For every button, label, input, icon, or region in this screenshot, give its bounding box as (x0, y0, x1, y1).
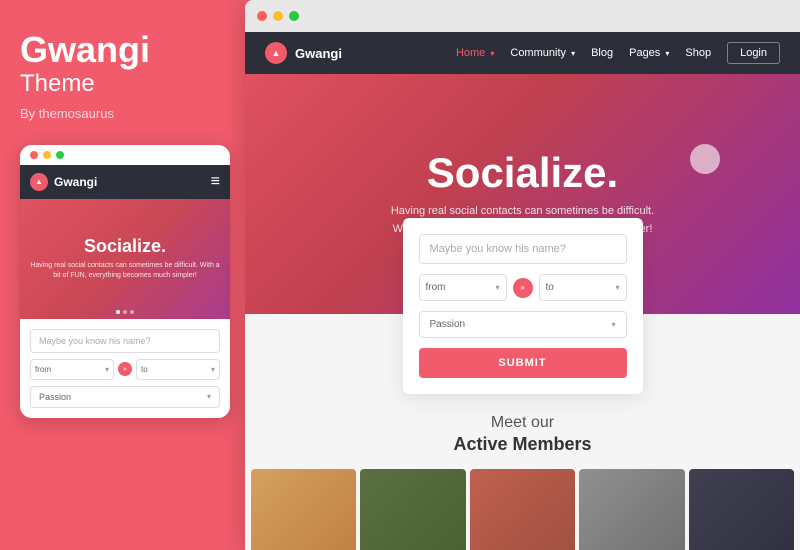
desktop-hero: Socialize. Having real social contacts c… (245, 74, 800, 314)
desktop-arrow-icon: » (513, 278, 533, 298)
desktop-search-input[interactable]: Maybe you know his name? (419, 234, 627, 264)
mobile-brand-label: Gwangi (54, 175, 97, 189)
member-photo-1 (251, 469, 356, 550)
brand-by: By themosaurus (20, 106, 230, 121)
mobile-form-area: Maybe you know his name? from ▾ » to ▾ P… (20, 319, 230, 418)
desktop-brand-label: Gwangi (295, 46, 342, 61)
desktop-nav-brand: Gwangi (265, 42, 342, 64)
mobile-arrow-icon: » (118, 362, 132, 376)
desktop-mockup: Gwangi Home ▾ Community ▾ Blog Pages ▾ S… (245, 0, 800, 550)
mobile-from-label: from (35, 365, 51, 374)
mobile-hamburger-icon[interactable]: ≡ (211, 173, 220, 191)
mobile-hero-subtitle: Having real social contacts can sometime… (20, 261, 230, 281)
mobile-indicator-1 (116, 310, 120, 314)
member-photo-3 (470, 469, 575, 550)
desktop-nav-logo-icon (265, 42, 287, 64)
desktop-passion-select[interactable]: Passion ▾ (419, 311, 627, 338)
mobile-passion-chevron: ▾ (207, 392, 211, 401)
desktop-hero-circle (690, 144, 720, 174)
nav-link-shop[interactable]: Shop (685, 43, 711, 63)
mobile-passion-label: Passion (39, 392, 71, 402)
mobile-age-selects: from ▾ » to ▾ (30, 359, 220, 380)
desktop-from-select[interactable]: from ▾ (419, 274, 507, 301)
brand-subtitle: Theme (20, 70, 230, 98)
nav-link-pages[interactable]: Pages ▾ (629, 43, 669, 63)
member-photo-4 (579, 469, 684, 550)
mobile-mockup: Gwangi ≡ Socialize. Having real social c… (20, 145, 230, 418)
mobile-indicator-3 (130, 310, 134, 314)
desktop-to-chevron: ▾ (615, 283, 619, 292)
mobile-to-select[interactable]: to ▾ (136, 359, 220, 380)
mobile-dot-yellow (43, 151, 51, 159)
mobile-nav-brand: Gwangi (30, 173, 97, 191)
desktop-search-placeholder: Maybe you know his name? (430, 243, 566, 255)
mobile-indicator-2 (123, 310, 127, 314)
desktop-members-bold-title: Active Members (245, 434, 800, 455)
desktop-login-button[interactable]: Login (727, 42, 780, 64)
mobile-from-select[interactable]: from ▾ (30, 359, 114, 380)
mobile-logo-icon (30, 173, 48, 191)
desktop-members-title: Meet our (245, 414, 800, 432)
mobile-hero-bg (20, 199, 230, 319)
desktop-search-card: Maybe you know his name? from ▾ » to ▾ (403, 218, 643, 394)
desktop-nav-links: Home ▾ Community ▾ Blog Pages ▾ Shop (456, 43, 711, 63)
mobile-nav: Gwangi ≡ (20, 165, 230, 199)
desktop-dot-red (257, 11, 267, 21)
desktop-from-label: from (426, 282, 446, 293)
mobile-search-placeholder: Maybe you know his name? (39, 336, 151, 346)
left-panel: Gwangi Theme By themosaurus Gwangi ≡ Soc… (0, 0, 250, 550)
mobile-to-label: to (141, 365, 148, 374)
desktop-submit-button[interactable]: SUBMIT (419, 348, 627, 378)
mobile-dot-green (56, 151, 64, 159)
desktop-hero-title: Socialize. (427, 149, 618, 197)
member-photo-2 (360, 469, 465, 550)
mobile-slide-indicators (116, 310, 134, 314)
mobile-hero: Socialize. Having real social contacts c… (20, 199, 230, 319)
desktop-to-select[interactable]: to ▾ (539, 274, 627, 301)
desktop-members-photos (245, 469, 800, 550)
mobile-dot-red (30, 151, 38, 159)
mobile-from-chevron: ▾ (105, 365, 109, 374)
mobile-passion-select[interactable]: Passion ▾ (30, 386, 220, 408)
nav-link-community[interactable]: Community ▾ (510, 43, 575, 63)
nav-link-blog[interactable]: Blog (591, 43, 613, 63)
mobile-to-chevron: ▾ (211, 365, 215, 374)
brand-title: Gwangi (20, 30, 230, 70)
desktop-titlebar (245, 0, 800, 32)
desktop-dot-yellow (273, 11, 283, 21)
desktop-content: Socialize. Having real social contacts c… (245, 74, 800, 550)
desktop-passion-chevron: ▾ (611, 320, 615, 329)
desktop-passion-label: Passion (430, 319, 466, 330)
desktop-from-chevron: ▾ (495, 283, 499, 292)
desktop-age-row: from ▾ » to ▾ (419, 274, 627, 301)
desktop-to-label: to (546, 282, 554, 293)
mobile-search-input[interactable]: Maybe you know his name? (30, 329, 220, 353)
desktop-nav: Gwangi Home ▾ Community ▾ Blog Pages ▾ S… (245, 32, 800, 74)
member-photo-5 (689, 469, 794, 550)
mobile-titlebar (20, 145, 230, 165)
nav-link-home[interactable]: Home ▾ (456, 43, 494, 63)
desktop-dot-green (289, 11, 299, 21)
mobile-hero-title: Socialize. (84, 236, 166, 257)
